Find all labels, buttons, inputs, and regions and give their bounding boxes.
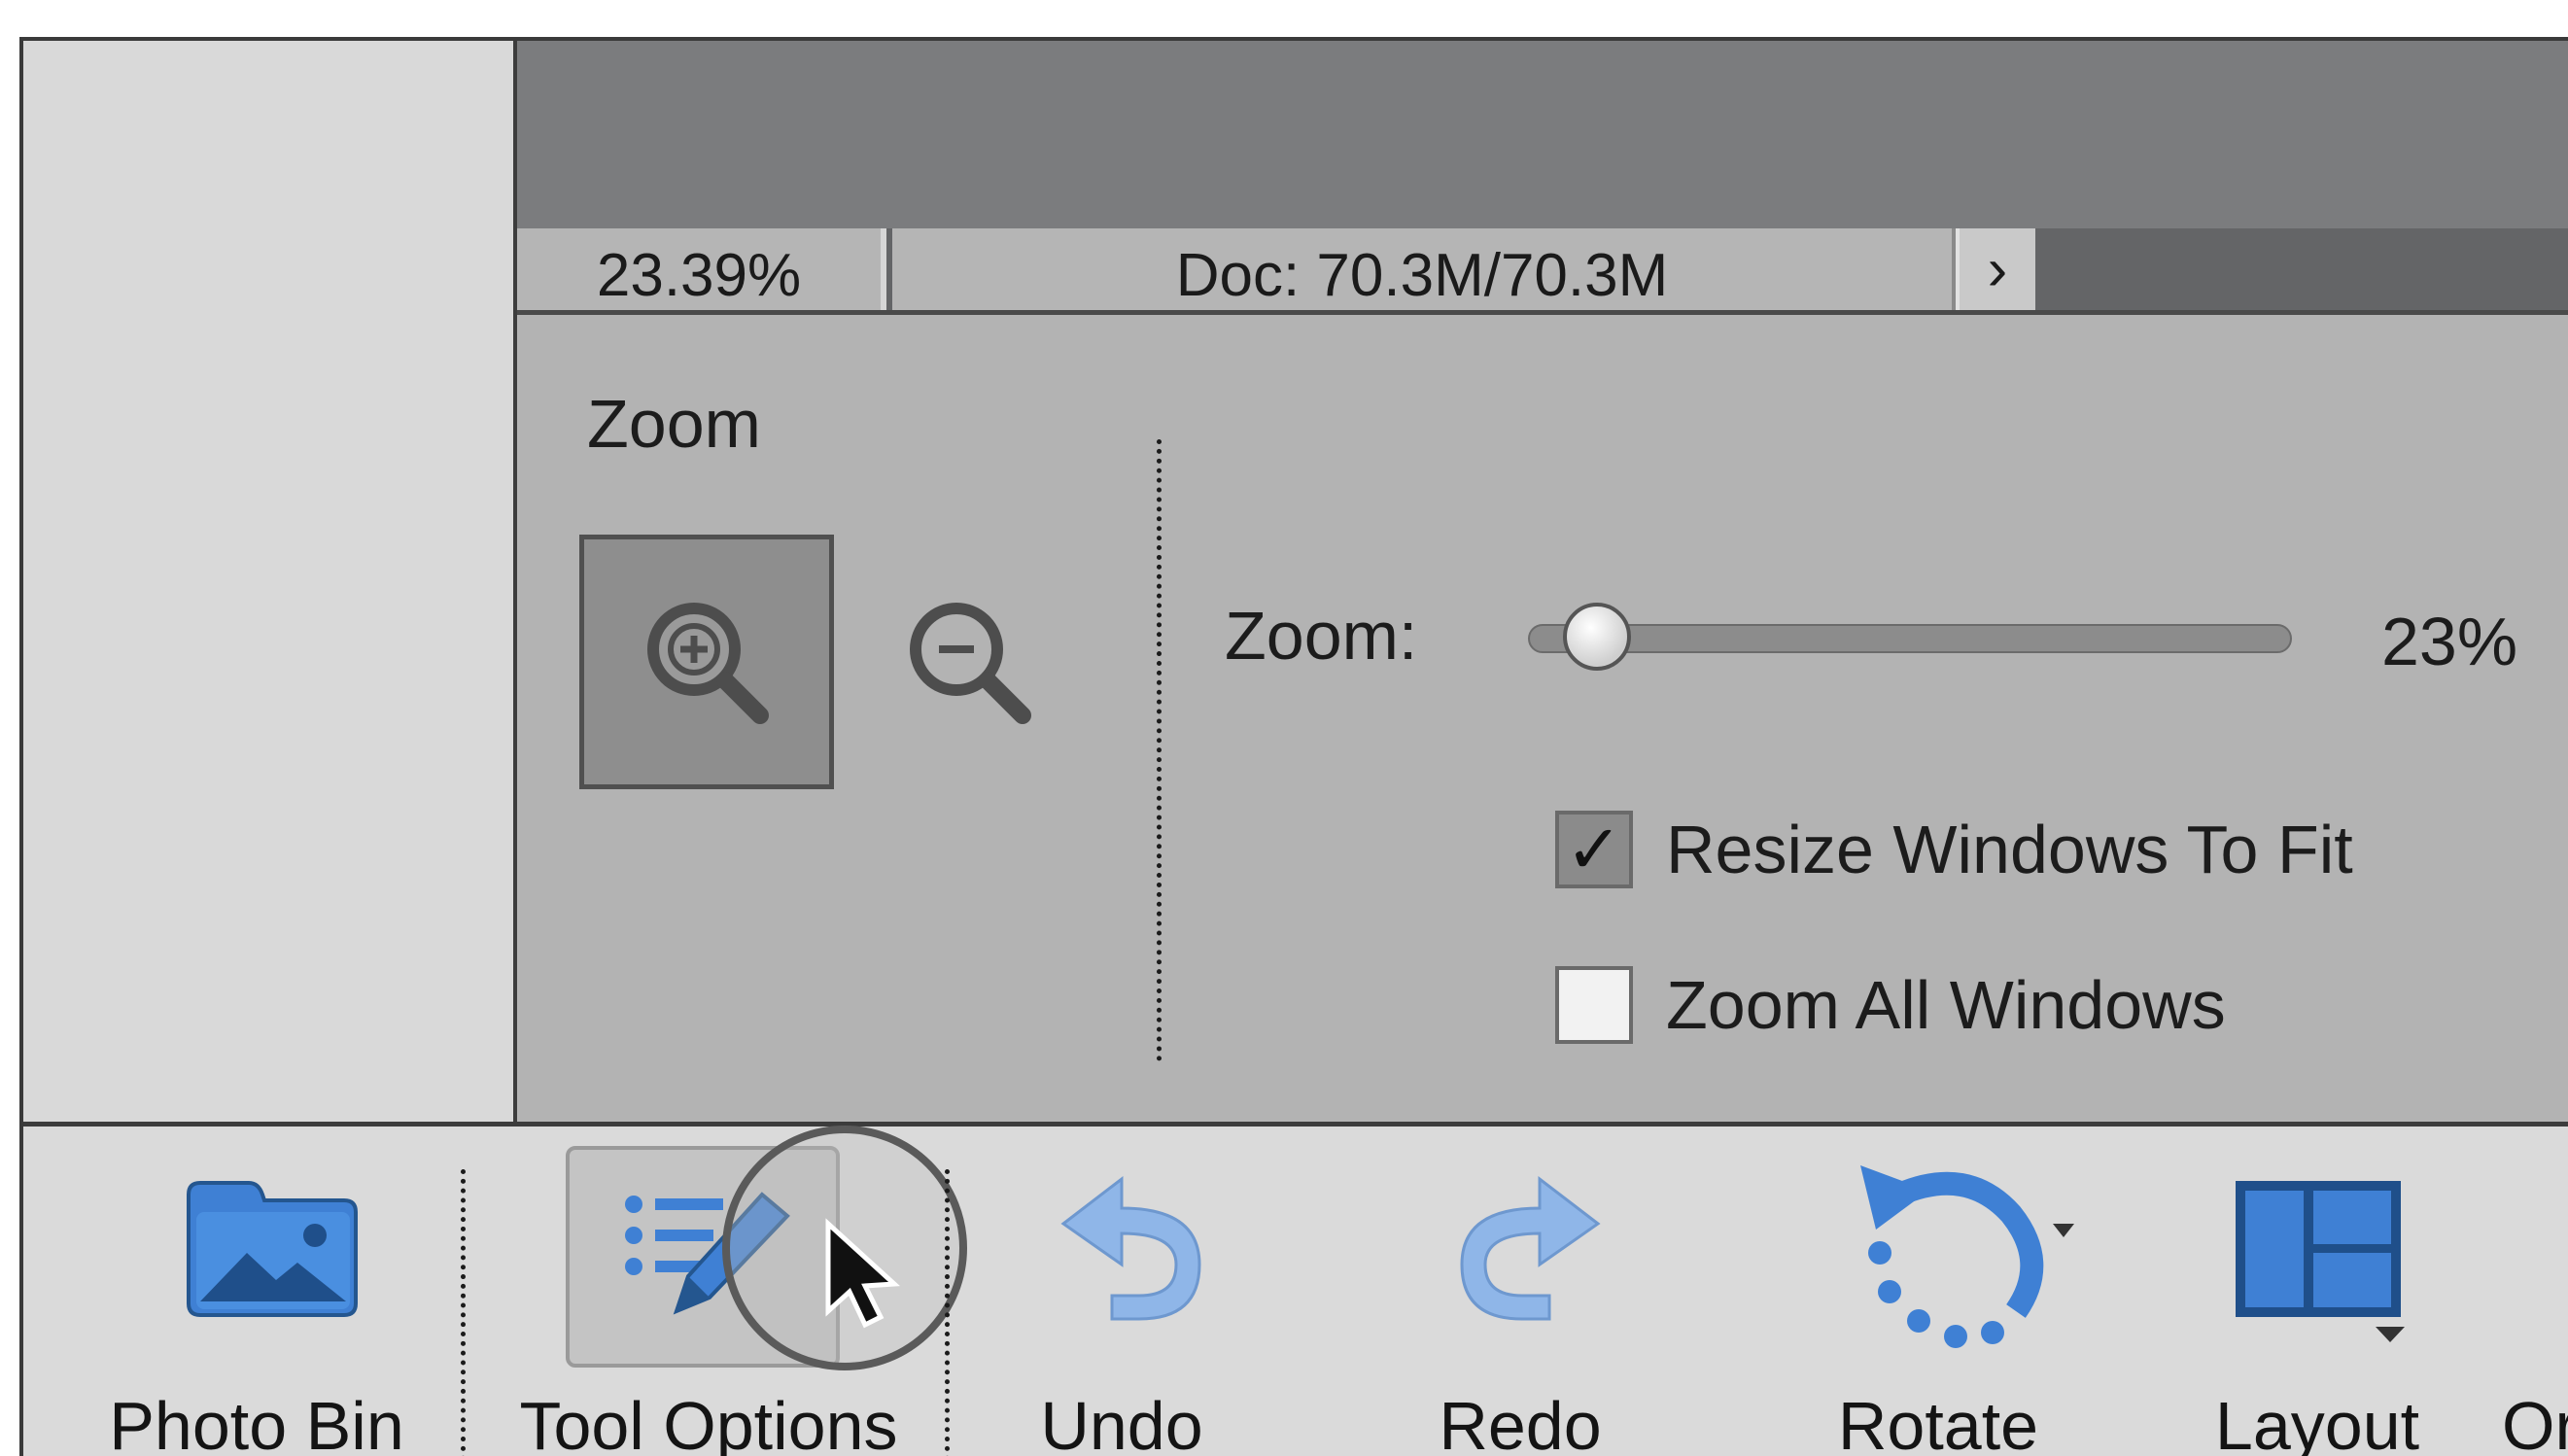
rotate-button[interactable]: Rotate xyxy=(1773,1127,2103,1456)
tool-options-label: Tool Options xyxy=(519,1388,898,1456)
resize-windows-label: Resize Windows To Fit xyxy=(1666,812,2353,887)
left-panel xyxy=(23,41,517,1126)
zoom-slider-track[interactable] xyxy=(1528,624,2292,653)
taskbar-separator xyxy=(461,1169,466,1456)
zoom-value: 23% xyxy=(2381,604,2518,679)
zoom-all-windows-checkbox[interactable] xyxy=(1555,966,1633,1044)
zoom-out-button[interactable] xyxy=(877,535,1061,789)
organizer-button[interactable]: Or xyxy=(2502,1127,2568,1456)
undo-icon xyxy=(1060,1175,1201,1321)
tool-options-panel: Zoom Zoom: 23% ✓ Resize Windows To Fit Z… xyxy=(517,315,2568,1126)
status-zoom-level: 23.39% xyxy=(517,228,886,310)
status-doc-size: Doc: 70.3M/70.3M xyxy=(892,228,1956,310)
folder-photo-icon xyxy=(187,1181,358,1317)
layout-icon xyxy=(2236,1181,2405,1342)
layout-button[interactable]: Layout xyxy=(2162,1127,2473,1456)
organizer-label: Or xyxy=(2502,1388,2568,1456)
tool-options-button[interactable]: Tool Options xyxy=(480,1126,967,1456)
zoom-slider-thumb[interactable] xyxy=(1562,603,1631,671)
rotate-label: Rotate xyxy=(1837,1388,2039,1456)
zoom-out-icon xyxy=(910,603,1031,724)
taskbar: Photo Bin Tool Options Undo Redo Rotate … xyxy=(23,1126,2568,1456)
zoom-in-button[interactable] xyxy=(579,535,834,789)
zoom-slider-label: Zoom: xyxy=(1225,598,1418,674)
undo-label: Undo xyxy=(1040,1388,1203,1456)
image-canvas[interactable] xyxy=(517,41,2568,228)
options-divider xyxy=(1157,439,1162,1061)
tool-section-title: Zoom xyxy=(587,386,761,462)
photo-bin-button[interactable]: Photo Bin xyxy=(43,1127,470,1456)
cursor-highlight-icon xyxy=(722,1126,967,1370)
redo-icon xyxy=(1460,1175,1601,1321)
status-menu-arrow[interactable]: › xyxy=(1956,228,2035,310)
layout-label: Layout xyxy=(2214,1388,2420,1456)
resize-windows-option[interactable]: ✓ Resize Windows To Fit xyxy=(1555,811,2353,888)
zoom-all-windows-option[interactable]: Zoom All Windows xyxy=(1555,966,2226,1044)
taskbar-separator xyxy=(945,1169,950,1456)
status-bar: 23.39% Doc: 70.3M/70.3M › xyxy=(517,228,2568,314)
redo-label: Redo xyxy=(1439,1388,1602,1456)
app-window: 23.39% Doc: 70.3M/70.3M › Zoom Zoom: 23%… xyxy=(19,37,2568,1456)
rotate-icon xyxy=(1860,1165,2074,1348)
zoom-all-windows-label: Zoom All Windows xyxy=(1666,967,2226,1043)
zoom-in-icon xyxy=(647,603,769,724)
photo-bin-label: Photo Bin xyxy=(109,1388,404,1456)
redo-button[interactable]: Redo xyxy=(1365,1127,1676,1456)
undo-button[interactable]: Undo xyxy=(976,1127,1267,1456)
resize-windows-checkbox[interactable]: ✓ xyxy=(1555,811,1633,888)
